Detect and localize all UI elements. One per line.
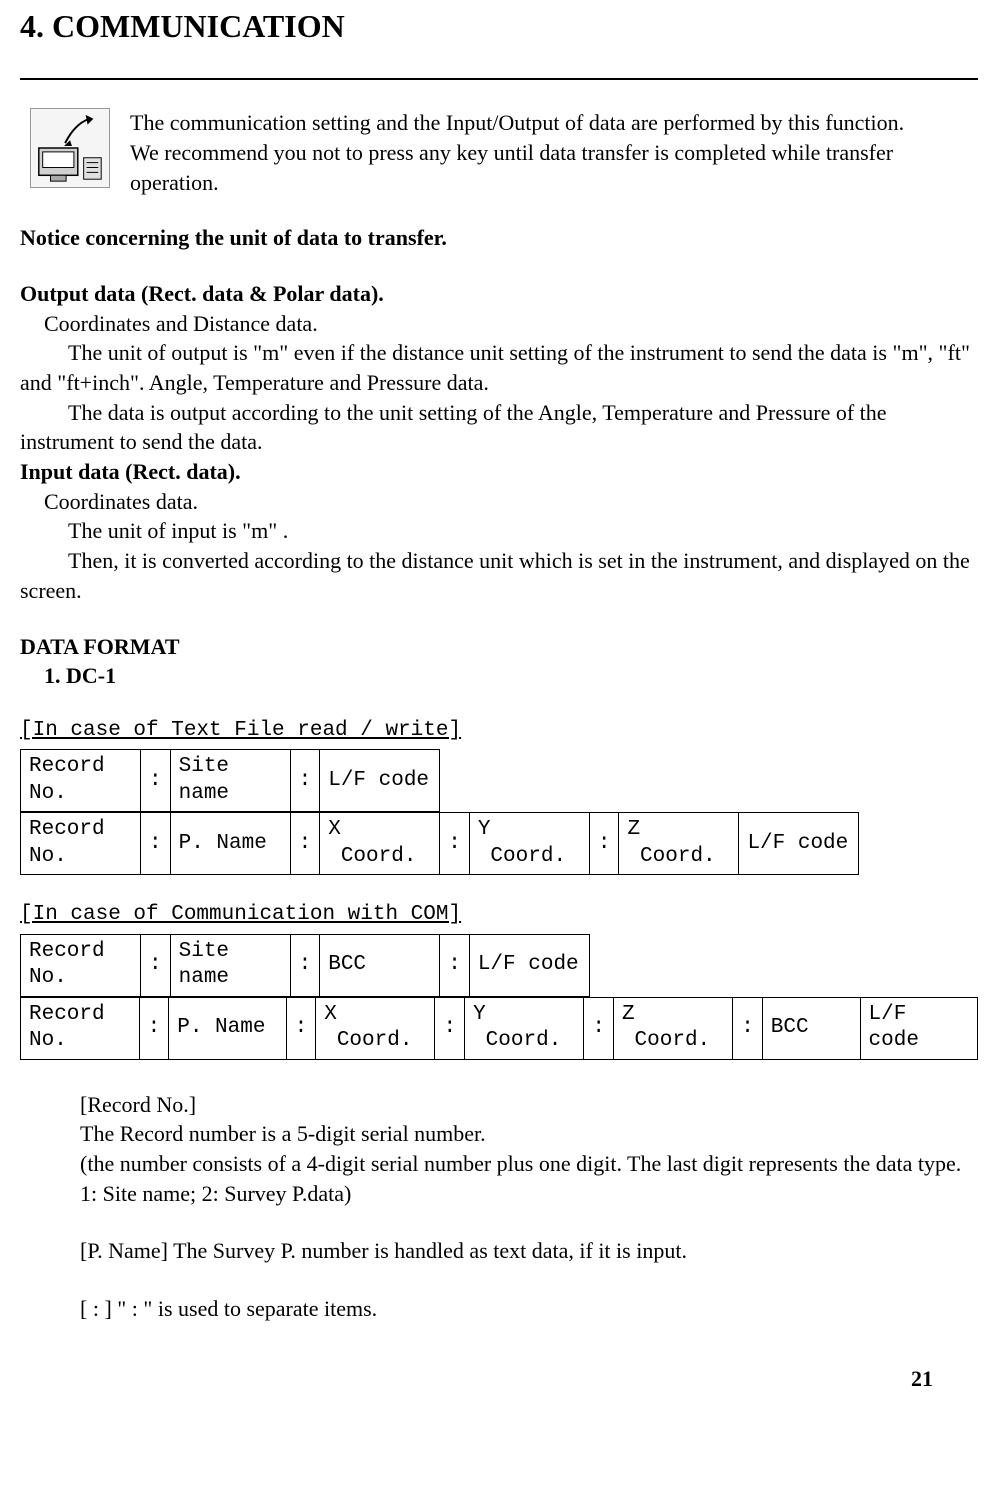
separator-info: [ : ] " : " is used to separate items. [80, 1294, 978, 1324]
cell-p-name: P. Name [170, 813, 290, 875]
cell-record-no: Record No. [21, 750, 141, 812]
com-table: Record No. : Site name : BCC : L/F code … [20, 934, 978, 1060]
cell-lf-code: L/F code [739, 813, 859, 875]
cell-lf-code: L/F code [469, 934, 589, 996]
cell-separator: : [141, 934, 171, 996]
intro-text: The communication setting and the Input/… [130, 108, 978, 197]
record-no-label: [Record No.] [80, 1090, 978, 1120]
record-no-desc2: (the number consists of a 4-digit serial… [80, 1149, 978, 1208]
table-row: Record No. : Site name : L/F code [21, 750, 440, 812]
cell-separator: : [435, 997, 465, 1059]
cell-bcc: BCC [762, 997, 860, 1059]
table-row: Record No. : Site name : BCC : L/F code [21, 934, 590, 996]
intro-paragraph-1: The communication setting and the Input/… [130, 108, 978, 138]
cell-separator: : [589, 813, 619, 875]
output-p2-text: The data is output according to the unit… [20, 400, 887, 455]
input-paragraph-1: The unit of input is "m" . [20, 516, 978, 546]
notice-heading: Notice concerning the unit of data to tr… [20, 223, 978, 253]
cell-p-name: P. Name [169, 997, 286, 1059]
cell-y-coord: Y Coord. [465, 997, 584, 1059]
cell-site-name: Site name [170, 750, 290, 812]
record-no-info: [Record No.] The Record number is a 5-di… [80, 1090, 978, 1209]
cell-z-coord: Z Coord. [613, 997, 732, 1059]
intro-block: The communication setting and the Input/… [20, 108, 978, 197]
cell-separator: : [584, 997, 614, 1059]
cell-x-coord: X Coord. [320, 813, 440, 875]
input-paragraph-2: Then, it is converted according to the d… [20, 546, 978, 605]
cell-lf-code: L/F code [320, 750, 440, 812]
cell-y-coord: Y Coord. [469, 813, 589, 875]
cell-separator: : [290, 934, 320, 996]
output-paragraph-1: The unit of output is "m" even if the di… [20, 338, 978, 397]
info-block: [Record No.] The Record number is a 5-di… [20, 1090, 978, 1324]
text-file-label: [In case of Text File read / write] [20, 717, 978, 745]
cell-separator: : [286, 997, 316, 1059]
cell-separator: : [290, 750, 320, 812]
horizontal-rule [20, 78, 978, 80]
output-p1-text: The unit of output is "m" even if the di… [20, 340, 970, 395]
computer-transfer-icon [31, 109, 109, 187]
data-format-heading: DATA FORMAT [20, 632, 978, 662]
page-number: 21 [20, 1364, 978, 1404]
input-data-heading: Input data (Rect. data). [20, 457, 978, 487]
cell-record-no: Record No. [21, 813, 141, 875]
dc1-heading: 1. DC-1 [20, 661, 978, 691]
cell-separator: : [139, 997, 169, 1059]
table-row: Record No. : P. Name : X Coord. : Y Coor… [21, 813, 859, 875]
cell-separator: : [733, 997, 763, 1059]
cell-separator: : [290, 813, 320, 875]
output-paragraph-2: The data is output according to the unit… [20, 398, 978, 457]
output-data-heading: Output data (Rect. data & Polar data). [20, 279, 978, 309]
input-p2-text: Then, it is converted according to the d… [20, 548, 970, 603]
output-subheading: Coordinates and Distance data. [20, 309, 978, 339]
cell-site-name: Site name [170, 934, 290, 996]
pname-info: [P. Name] The Survey P. number is handle… [80, 1236, 978, 1266]
com-label: [In case of Communication with COM] [20, 901, 978, 929]
cell-record-no: Record No. [21, 997, 140, 1059]
input-subheading: Coordinates data. [20, 487, 978, 517]
cell-record-no: Record No. [21, 934, 141, 996]
cell-separator: : [440, 813, 470, 875]
cell-separator: : [141, 813, 171, 875]
text-file-table-1: Record No. : Site name : L/F code Record… [20, 749, 978, 875]
cell-z-coord: Z Coord. [619, 813, 739, 875]
cell-separator: : [141, 750, 171, 812]
record-no-desc1: The Record number is a 5-digit serial nu… [80, 1119, 978, 1149]
cell-separator: : [440, 934, 470, 996]
intro-paragraph-2: We recommend you not to press any key un… [130, 138, 978, 197]
cell-lf-code: L/F code [860, 997, 977, 1059]
cell-x-coord: X Coord. [316, 997, 435, 1059]
cell-bcc: BCC [320, 934, 440, 996]
communication-icon [30, 108, 110, 188]
table-row: Record No. : P. Name : X Coord. : Y Coor… [21, 997, 978, 1059]
section-title: 4. COMMUNICATION [20, 0, 978, 78]
